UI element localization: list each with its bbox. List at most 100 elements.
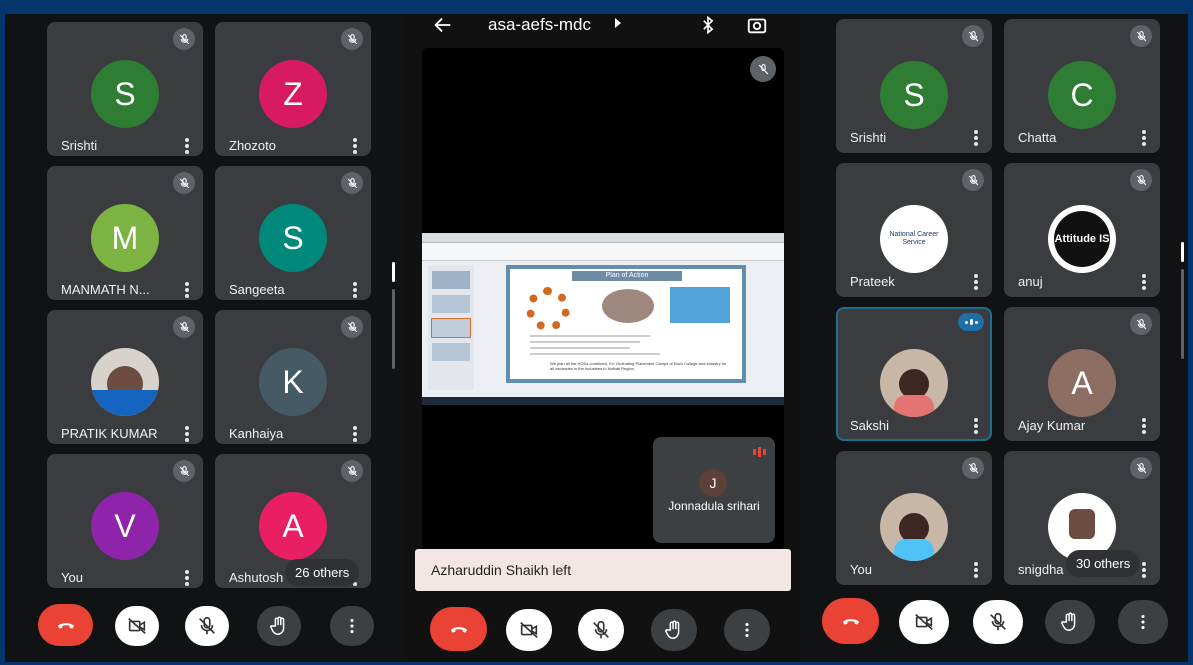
- avatar: A: [1048, 349, 1116, 417]
- scrollbar-thumb[interactable]: [1181, 242, 1184, 262]
- more-options-button[interactable]: [330, 606, 374, 646]
- avatar: S: [91, 60, 159, 128]
- participant-menu-icon[interactable]: [1142, 418, 1146, 434]
- mic-off-icon: [1136, 174, 1146, 185]
- participant-tile[interactable]: S Sangeeta: [215, 166, 371, 300]
- back-arrow-icon[interactable]: [432, 14, 454, 36]
- participant-name: Zhozoto: [229, 138, 276, 153]
- participant-tile[interactable]: V You: [47, 454, 203, 588]
- camera-toggle-button[interactable]: [506, 609, 552, 651]
- participant-name: Ajay Kumar: [1018, 418, 1086, 433]
- participant-menu-icon[interactable]: [974, 274, 978, 290]
- muted-indicator: [341, 172, 363, 194]
- camera-toggle-button[interactable]: [899, 600, 949, 644]
- participant-tile[interactable]: K Kanhaiya: [215, 310, 371, 444]
- speaking-indicator-icon: [753, 447, 767, 457]
- scrollbar-track[interactable]: [1181, 269, 1184, 359]
- others-count-badge[interactable]: 26 others: [285, 559, 360, 586]
- participant-tile[interactable]: A Ajay Kumar: [1004, 307, 1160, 441]
- participant-name: Ashutosh: [229, 570, 284, 585]
- avatar: M: [91, 204, 159, 272]
- flip-camera-icon[interactable]: [746, 14, 768, 36]
- more-icon: [350, 618, 354, 634]
- raise-hand-button[interactable]: [1045, 600, 1095, 644]
- participant-tile[interactable]: National Career Service Prateek: [836, 163, 992, 297]
- raise-hand-button[interactable]: [651, 609, 697, 651]
- chevron-right-icon[interactable]: [615, 18, 621, 28]
- participant-menu-icon[interactable]: [974, 418, 978, 434]
- participant-menu-icon[interactable]: [353, 282, 357, 298]
- hang-up-button[interactable]: [38, 604, 93, 646]
- mic-off-icon: [593, 620, 609, 639]
- more-icon: [1141, 614, 1145, 630]
- windows-taskbar: [422, 397, 784, 405]
- camera-off-icon: [520, 622, 538, 638]
- participant-menu-icon[interactable]: [185, 282, 189, 298]
- center-meeting-panel: asa-aefs-mdc Plan of Action We plan all …: [406, 14, 799, 662]
- participant-tile-jonnadula[interactable]: J Jonnadula srihari: [653, 437, 775, 543]
- participant-name: Kanhaiya: [229, 426, 284, 441]
- participant-menu-icon[interactable]: [353, 138, 357, 154]
- participant-name: snigdha: [1018, 562, 1064, 577]
- participant-name: You: [850, 562, 872, 577]
- muted-indicator: [173, 316, 195, 338]
- others-count-badge[interactable]: 30 others: [1066, 550, 1141, 577]
- slide-thumbnails[interactable]: [428, 265, 474, 390]
- participant-menu-icon[interactable]: [185, 426, 189, 442]
- mic-off-icon: [347, 465, 357, 476]
- participant-name: MANMATH N...: [61, 282, 150, 297]
- mic-off-icon: [990, 612, 1006, 631]
- mute-indicator: [750, 56, 776, 82]
- muted-indicator: [173, 172, 195, 194]
- current-slide: Plan of Action We plan all the HODs comb…: [506, 265, 746, 383]
- participant-menu-icon[interactable]: [974, 562, 978, 578]
- participant-tile[interactable]: C Chatta: [1004, 19, 1160, 153]
- participant-menu-icon[interactable]: [1142, 130, 1146, 146]
- bluetooth-icon[interactable]: [698, 14, 718, 36]
- camera-toggle-button[interactable]: [115, 606, 159, 646]
- scrollbar-thumb[interactable]: [392, 262, 395, 282]
- meeting-code[interactable]: asa-aefs-mdc: [488, 15, 591, 35]
- participant-tile[interactable]: Attitude IS anuj: [1004, 163, 1160, 297]
- participant-tile[interactable]: Sakshi: [836, 307, 992, 441]
- participant-menu-icon[interactable]: [185, 138, 189, 154]
- camera-off-icon: [128, 618, 146, 634]
- muted-indicator: [962, 25, 984, 47]
- participant-menu-icon[interactable]: [974, 130, 978, 146]
- avatar: [880, 493, 948, 561]
- muted-indicator: [341, 28, 363, 50]
- participant-tile[interactable]: S Srishti: [47, 22, 203, 156]
- scrollbar-track[interactable]: [392, 289, 395, 369]
- mic-toggle-button[interactable]: [973, 600, 1023, 644]
- hang-up-button[interactable]: [822, 598, 879, 644]
- mic-off-icon: [968, 30, 978, 41]
- people-graphic: [602, 289, 654, 323]
- participant-tile[interactable]: PRATIK KUMAR: [47, 310, 203, 444]
- hang-up-button[interactable]: [430, 607, 487, 651]
- ncs-logo-text: National Career Service: [889, 231, 939, 246]
- participant-name: You: [61, 570, 83, 585]
- participant-menu-icon[interactable]: [1142, 274, 1146, 290]
- mic-toggle-button[interactable]: [185, 606, 229, 646]
- participant-menu-icon[interactable]: [185, 570, 189, 586]
- mic-off-icon: [347, 33, 357, 44]
- avatar: S: [259, 204, 327, 272]
- mic-toggle-button[interactable]: [578, 609, 624, 651]
- more-options-button[interactable]: [724, 609, 770, 651]
- participant-name: Prateek: [850, 274, 895, 289]
- participant-tile[interactable]: Z Zhozoto: [215, 22, 371, 156]
- avatar: C: [1048, 61, 1116, 129]
- participant-tile[interactable]: S Srishti: [836, 19, 992, 153]
- mic-off-icon: [1136, 462, 1146, 473]
- participant-tile[interactable]: You: [836, 451, 992, 585]
- speaking-indicator-icon: [958, 313, 984, 331]
- participant-tile[interactable]: M MANMATH N...: [47, 166, 203, 300]
- more-options-button[interactable]: [1118, 600, 1168, 644]
- ppt-ribbon: [422, 243, 784, 261]
- participant-menu-icon[interactable]: [1142, 562, 1146, 578]
- participant-menu-icon[interactable]: [353, 426, 357, 442]
- raise-hand-button[interactable]: [257, 606, 301, 646]
- hang-up-icon: [57, 623, 74, 629]
- mic-off-icon: [179, 465, 189, 476]
- muted-indicator: [1130, 25, 1152, 47]
